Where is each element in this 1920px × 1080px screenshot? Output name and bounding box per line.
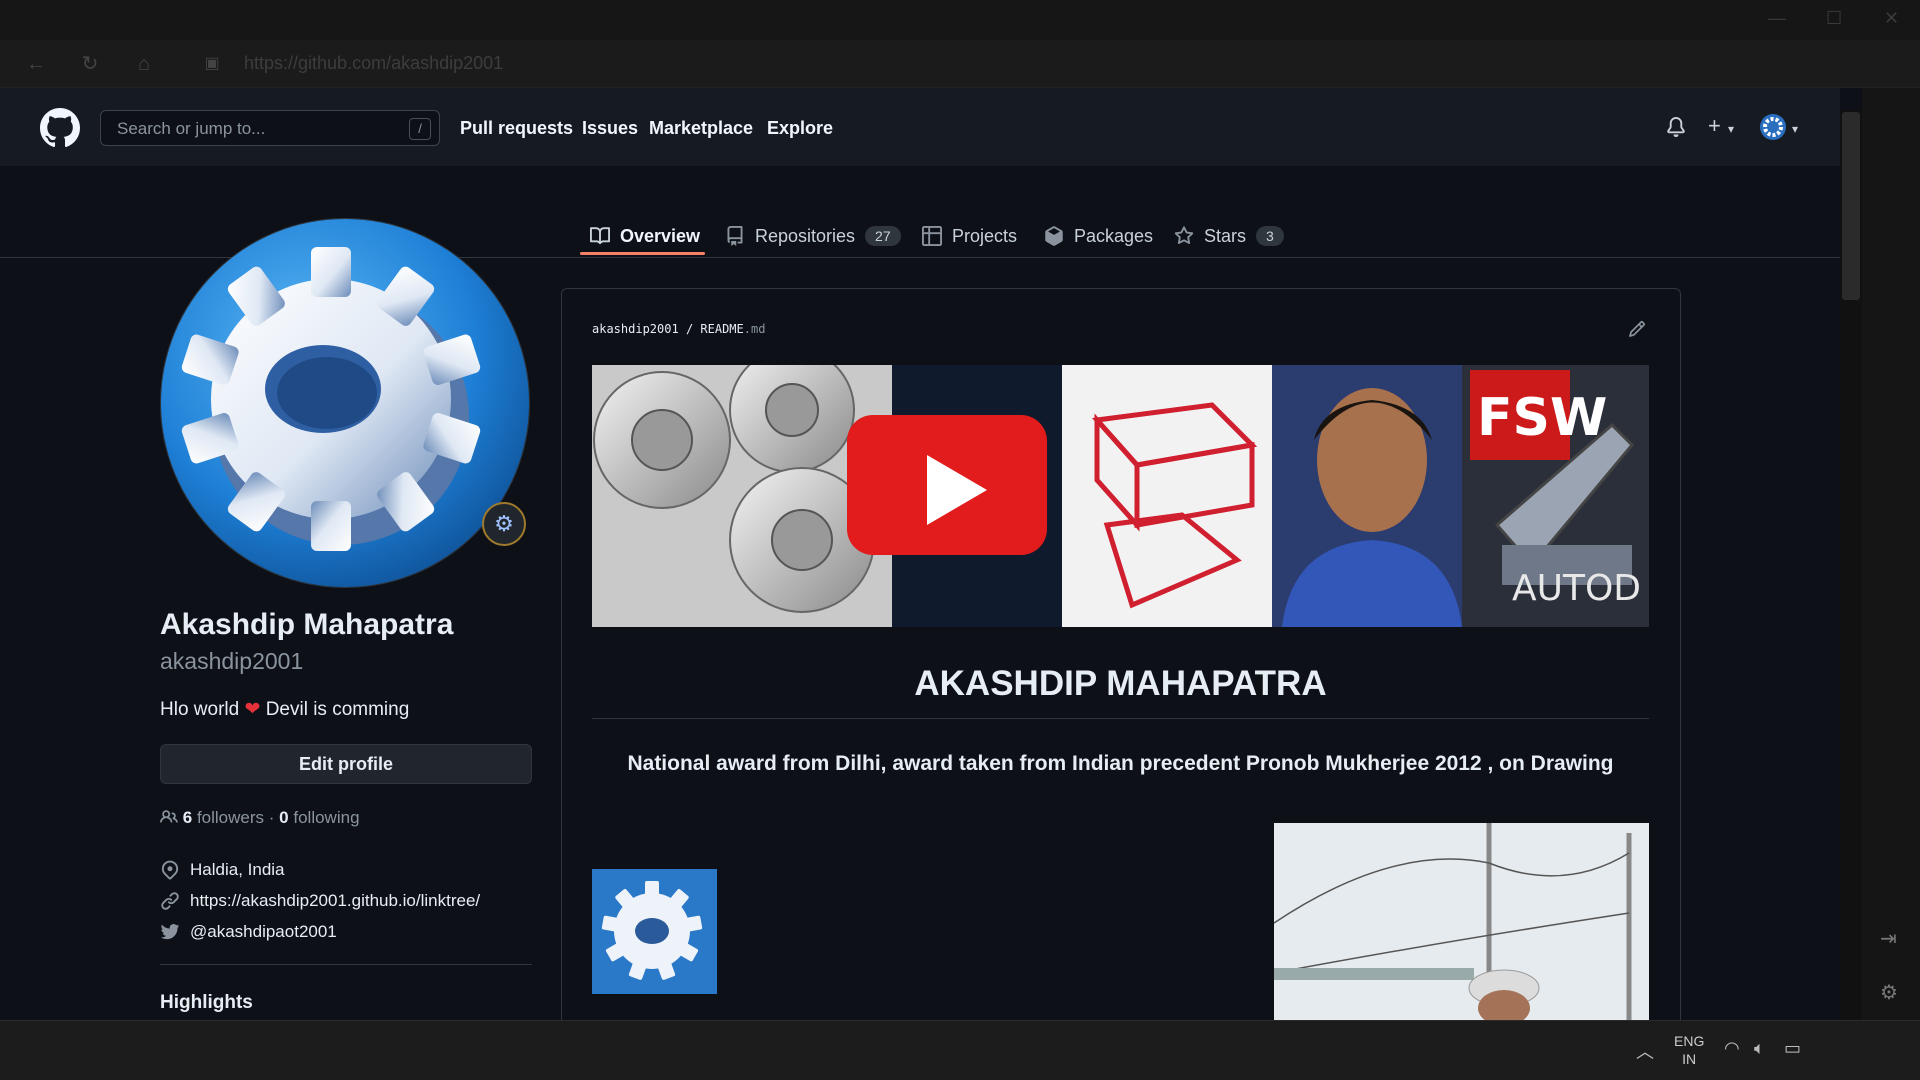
following-label: following — [293, 808, 360, 827]
active-tab-underline — [580, 252, 705, 255]
pencil-icon[interactable] — [1628, 320, 1646, 338]
region-code: IN — [1682, 1051, 1697, 1067]
star-icon — [1174, 226, 1194, 245]
following-count: 0 — [279, 808, 289, 827]
tab-stars[interactable]: Stars 3 — [1174, 216, 1284, 256]
search-input[interactable]: Search or jump to... / — [100, 110, 440, 146]
profile-twitter[interactable]: @akashdipaot2001 — [160, 922, 337, 942]
side-panel-toggle-icon[interactable]: ⇥ — [1880, 926, 1897, 951]
create-new-button[interactable]: + — [1708, 113, 1721, 139]
tab-projects-label: Projects — [952, 225, 1018, 246]
search-shortcut-key: / — [409, 118, 431, 140]
readme-heading: AKASHDIP MAHAPATRA — [914, 664, 1327, 703]
tab-stars-label: Stars — [1204, 225, 1247, 246]
site-info-icon[interactable]: ▣ — [200, 52, 224, 76]
book-icon — [590, 227, 610, 245]
bio-text-start: Hlo world — [160, 699, 240, 720]
back-icon[interactable]: ← — [24, 52, 48, 76]
gear-avatar-image — [161, 219, 529, 587]
tab-repositories-label: Repositories — [755, 225, 856, 246]
followers-label: followers — [196, 808, 265, 827]
tab-overview-label: Overview — [620, 225, 701, 246]
tab-packages[interactable]: Packages — [1044, 216, 1153, 256]
minimize-icon[interactable]: — — [1768, 8, 1786, 29]
home-icon[interactable]: ⌂ — [132, 52, 156, 76]
readme-banner-image: FSW AUTOD — [592, 365, 1649, 627]
website-link[interactable]: https://akashdip2001.github.io/linktree/ — [190, 891, 480, 911]
user-menu-caret-icon[interactable]: ▾ — [1792, 122, 1798, 136]
avatar-gear-icon — [1763, 117, 1783, 137]
close-window-icon[interactable]: ✕ — [1884, 8, 1899, 29]
search-placeholder: Search or jump to... — [117, 119, 266, 138]
create-caret-icon[interactable]: ▾ — [1728, 122, 1734, 136]
battery-icon[interactable]: ▭ — [1784, 1038, 1801, 1059]
nav-marketplace[interactable]: Marketplace — [649, 118, 753, 139]
followers-count: 6 — [182, 808, 193, 827]
follow-separator: · — [268, 808, 275, 827]
browser-titlebar — [0, 0, 1920, 40]
browser-side-panel — [1862, 88, 1920, 1020]
readme-photo — [1274, 823, 1649, 1023]
maximize-icon[interactable]: ☐ — [1826, 8, 1842, 29]
reload-icon[interactable]: ↻ — [78, 52, 102, 76]
followers-link[interactable]: 6 followers — [183, 808, 264, 827]
banner-autodesk-text: AUTOD — [1512, 568, 1641, 609]
twitter-handle[interactable]: @akashdipaot2001 — [190, 922, 337, 942]
readme-path: akashdip2001 / README.md — [592, 322, 765, 336]
package-icon — [1045, 226, 1063, 246]
os-taskbar — [0, 1020, 1920, 1080]
tab-repositories[interactable]: Repositories 27 — [725, 216, 901, 256]
location-text: Haldia, India — [190, 860, 285, 879]
readme-award-text: National award from Dilhi, award taken f… — [627, 752, 1614, 775]
edit-profile-button[interactable]: Edit profile — [160, 744, 532, 784]
language-indicator[interactable]: ENG IN — [1674, 1032, 1704, 1068]
user-avatar-menu[interactable] — [1760, 114, 1786, 140]
profile-website[interactable]: https://akashdip2001.github.io/linktree/ — [160, 891, 480, 911]
stars-count-badge: 3 — [1256, 226, 1284, 246]
tab-overview[interactable]: Overview — [590, 216, 700, 256]
following-link[interactable]: 0 following — [279, 808, 359, 827]
readme-owner-link[interactable]: akashdip2001 — [592, 322, 679, 336]
github-logo-icon[interactable] — [40, 108, 80, 148]
volume-icon[interactable]: 🔈︎ — [1754, 1038, 1765, 1059]
profile-avatar[interactable] — [160, 218, 530, 588]
scrollbar-thumb[interactable] — [1842, 112, 1860, 300]
profile-location: Haldia, India — [160, 860, 285, 880]
banner-fsw-text: FSW — [1477, 388, 1607, 448]
follow-stats: 6 followers · 0 following — [160, 808, 360, 828]
tray-chevron-up-icon[interactable]: ︿ — [1636, 1038, 1654, 1064]
bell-icon[interactable] — [1666, 116, 1686, 138]
tab-projects[interactable]: Projects — [922, 216, 1017, 256]
highlights-heading: Highlights — [160, 992, 253, 1013]
readme-gear-image — [592, 869, 717, 994]
nav-pull-requests[interactable]: Pull requests — [460, 118, 573, 139]
readme-heading-rule — [592, 718, 1649, 719]
readme-file-name: README — [700, 322, 744, 336]
bio-text-end: Devil is comming — [265, 699, 410, 720]
people-icon — [160, 810, 178, 823]
sidebar-divider — [160, 964, 532, 965]
url-field[interactable]: https://github.com/akashdip2001 — [244, 53, 503, 74]
location-icon — [161, 860, 179, 880]
repositories-count-badge: 27 — [865, 226, 901, 246]
nav-issues[interactable]: Issues — [582, 118, 638, 139]
table-icon — [922, 226, 942, 246]
language-code: ENG — [1674, 1033, 1705, 1049]
link-icon — [161, 892, 179, 910]
readme-file-ext: .md — [743, 322, 766, 336]
readme-path-slash: / — [685, 322, 694, 336]
wifi-icon[interactable]: ◠ — [1724, 1038, 1740, 1059]
heart-icon: ❤ — [244, 699, 261, 720]
status-gear-icon: ⚙ — [494, 511, 514, 536]
twitter-icon — [160, 924, 180, 940]
profile-username: akashdip2001 — [160, 648, 304, 674]
nav-explore[interactable]: Explore — [767, 118, 833, 139]
readme-file-link[interactable]: README.md — [700, 322, 765, 336]
tab-packages-label: Packages — [1074, 225, 1154, 246]
profile-bio: Hlo world ❤ Devil is comming — [160, 698, 409, 721]
repo-icon — [727, 226, 743, 246]
profile-full-name: Akashdip Mahapatra — [160, 608, 454, 641]
settings-gear-icon[interactable]: ⚙ — [1880, 980, 1898, 1005]
status-emoji-button[interactable]: ⚙ — [482, 502, 526, 546]
